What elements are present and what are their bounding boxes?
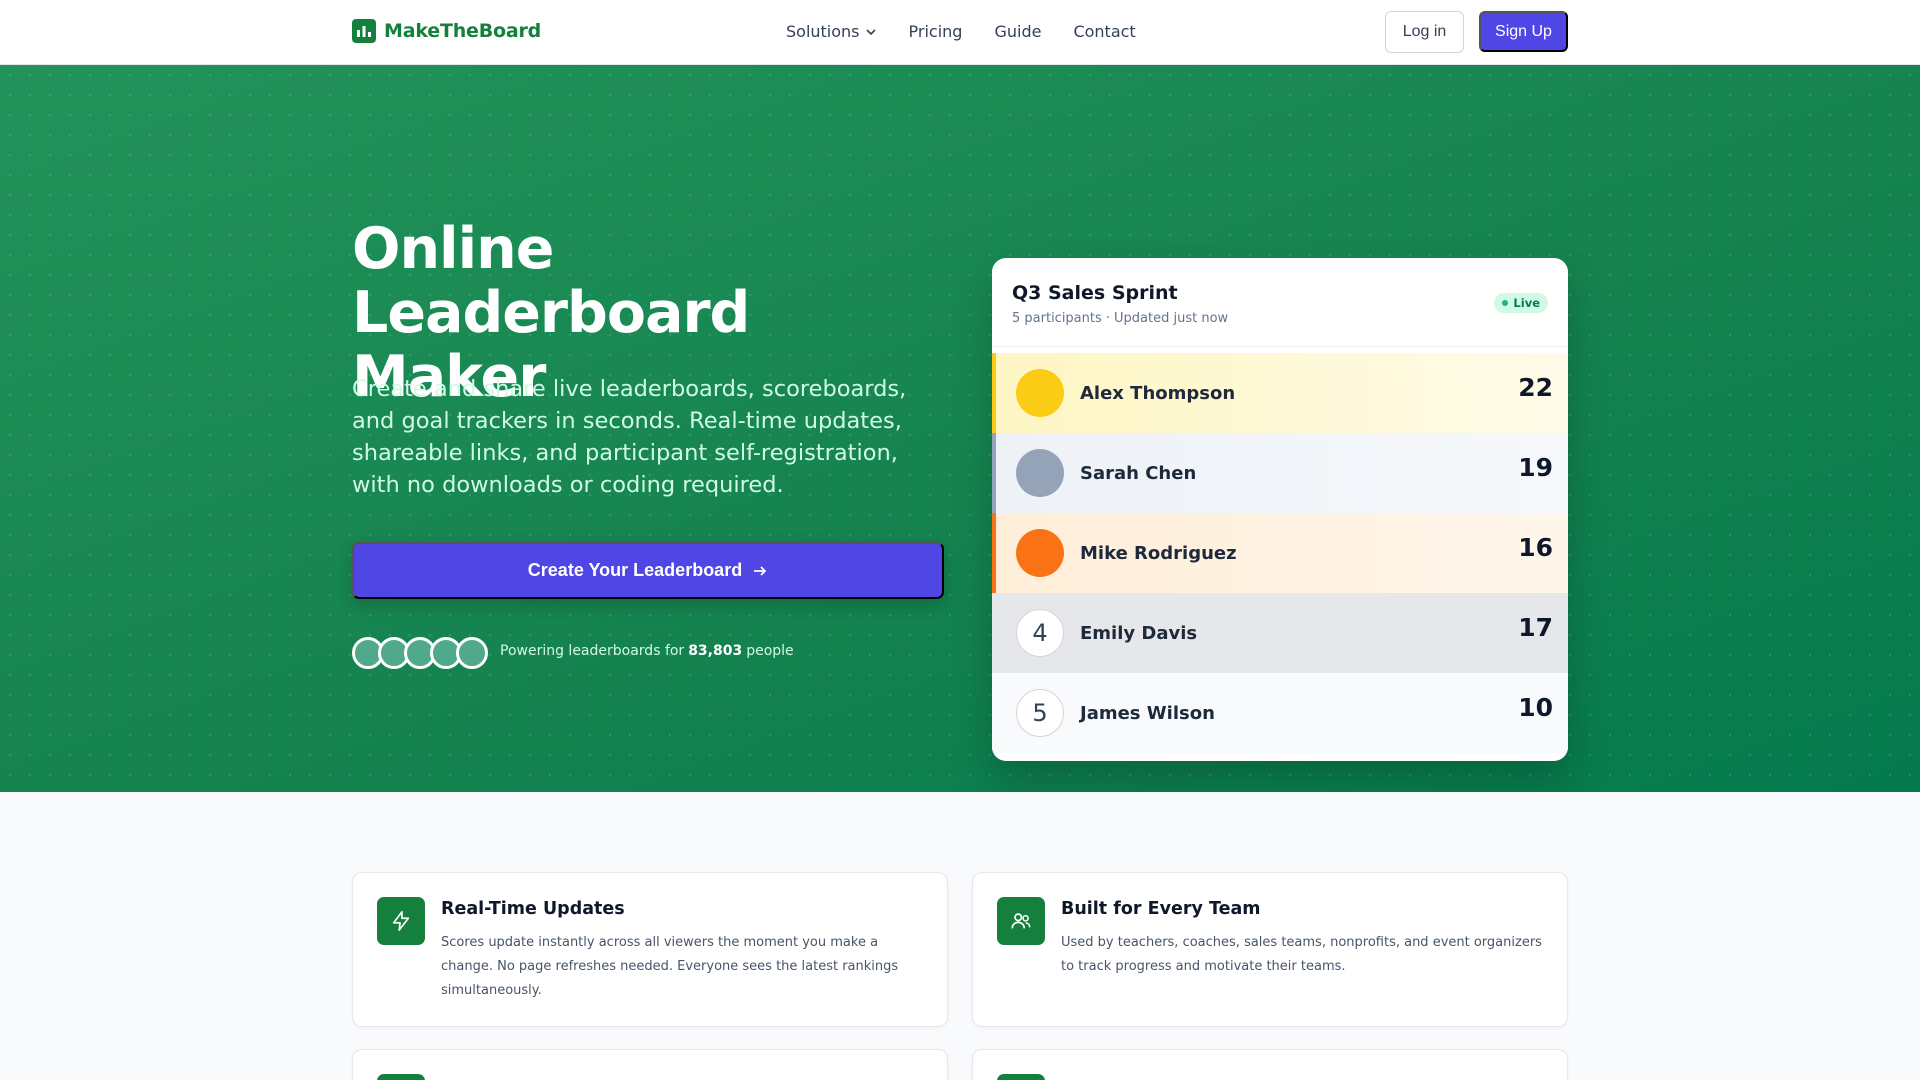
main-menu: Solutions Pricing Guide Contact	[786, 22, 1136, 41]
leaderboard-rows: Alex Thompson 22 Sarah Chen 19 Mike Rodr…	[992, 353, 1568, 753]
leaderboard-row-2: Sarah Chen 19	[992, 433, 1568, 513]
rank-badge: 4	[1016, 609, 1064, 657]
participant-score: 10	[1518, 693, 1553, 722]
participant-name: Mike Rodriguez	[1080, 542, 1237, 564]
participant-score: 16	[1518, 533, 1553, 562]
nav-pricing[interactable]: Pricing	[909, 22, 963, 41]
lightning-icon	[377, 897, 425, 945]
nav-guide[interactable]: Guide	[994, 22, 1041, 41]
live-badge-label: Live	[1513, 296, 1540, 310]
leaderboard-row-5: 5 James Wilson 10	[992, 673, 1568, 753]
silver-medal-badge	[1016, 449, 1064, 497]
feature-title: Real-Time Updates	[441, 899, 625, 919]
top-nav: MakeTheBoard Solutions Pricing Guide Con…	[0, 0, 1920, 65]
create-leaderboard-label: Create Your Leaderboard	[527, 560, 743, 580]
bronze-medal-badge	[1016, 529, 1064, 577]
participant-score: 19	[1518, 453, 1553, 482]
leaderboard-preview-card: Q3 Sales Sprint 5 participants · Updated…	[992, 258, 1568, 761]
leaderboard-meta: 5 participants · Updated just now	[1012, 311, 1548, 326]
feature-card-partial	[352, 1049, 948, 1080]
participant-name: Alex Thompson	[1080, 382, 1236, 404]
hero-section: Online Leaderboard Maker Create and shar…	[0, 65, 1920, 792]
leaderboard-row-3: Mike Rodriguez 16	[992, 513, 1568, 593]
participant-count: 5 participants	[1012, 311, 1102, 326]
rank-badge: 5	[1016, 689, 1064, 737]
feature-card-partial	[972, 1049, 1568, 1080]
leaderboard-row-1: Alex Thompson 22	[992, 353, 1568, 433]
leaderboard-header: Q3 Sales Sprint 5 participants · Updated…	[992, 258, 1568, 347]
avatar	[456, 637, 488, 669]
feature-icon-partial	[997, 1074, 1045, 1080]
brand-logo[interactable]: MakeTheBoard	[352, 19, 541, 43]
updated-status: · Updated just now	[1105, 311, 1229, 326]
leaderboard-title: Q3 Sales Sprint	[1012, 282, 1178, 304]
participant-name: Sarah Chen	[1080, 462, 1197, 484]
participant-score: 22	[1518, 373, 1553, 402]
nav-contact[interactable]: Contact	[1073, 22, 1135, 41]
leaderboard-logo-icon	[352, 19, 376, 43]
gold-medal-badge	[1016, 369, 1064, 417]
feature-card-realtime: Real-Time Updates Scores update instantl…	[352, 872, 948, 1027]
hero-subtitle: Create and share live leaderboards, scor…	[352, 376, 907, 498]
dot-pattern-background	[0, 65, 1920, 792]
chevron-down-icon	[865, 28, 876, 35]
live-badge: Live	[1494, 293, 1548, 313]
create-leaderboard-button[interactable]: Create Your Leaderboard	[352, 542, 944, 599]
participant-name: James Wilson	[1080, 702, 1215, 724]
nav-solutions[interactable]: Solutions	[786, 22, 877, 41]
users-icon	[997, 897, 1045, 945]
social-proof-prefix: Powering leaderboards for	[500, 643, 685, 659]
brand-name: MakeTheBoard	[384, 20, 542, 42]
feature-card-teams: Built for Every Team Used by teachers, c…	[972, 872, 1568, 1027]
social-proof: Powering leaderboards for 83,803 people	[500, 643, 794, 659]
feature-description: Scores update instantly across all viewe…	[441, 935, 899, 998]
feature-title: Built for Every Team	[1061, 899, 1261, 919]
participant-score: 17	[1518, 613, 1553, 642]
feature-description: Used by teachers, coaches, sales teams, …	[1061, 935, 1542, 974]
user-avatar-stack	[352, 637, 488, 669]
social-proof-count: 83,803	[688, 643, 743, 659]
arrow-right-icon	[754, 565, 767, 576]
live-dot-icon	[1502, 300, 1509, 306]
feature-icon-partial	[377, 1074, 425, 1080]
signup-button[interactable]: Sign Up	[1479, 11, 1568, 52]
leaderboard-row-4: 4 Emily Davis 17	[992, 593, 1568, 673]
social-proof-suffix: people	[746, 643, 794, 659]
participant-name: Emily Davis	[1080, 622, 1198, 644]
login-button[interactable]: Log in	[1385, 11, 1464, 53]
nav-solutions-label: Solutions	[786, 22, 860, 41]
